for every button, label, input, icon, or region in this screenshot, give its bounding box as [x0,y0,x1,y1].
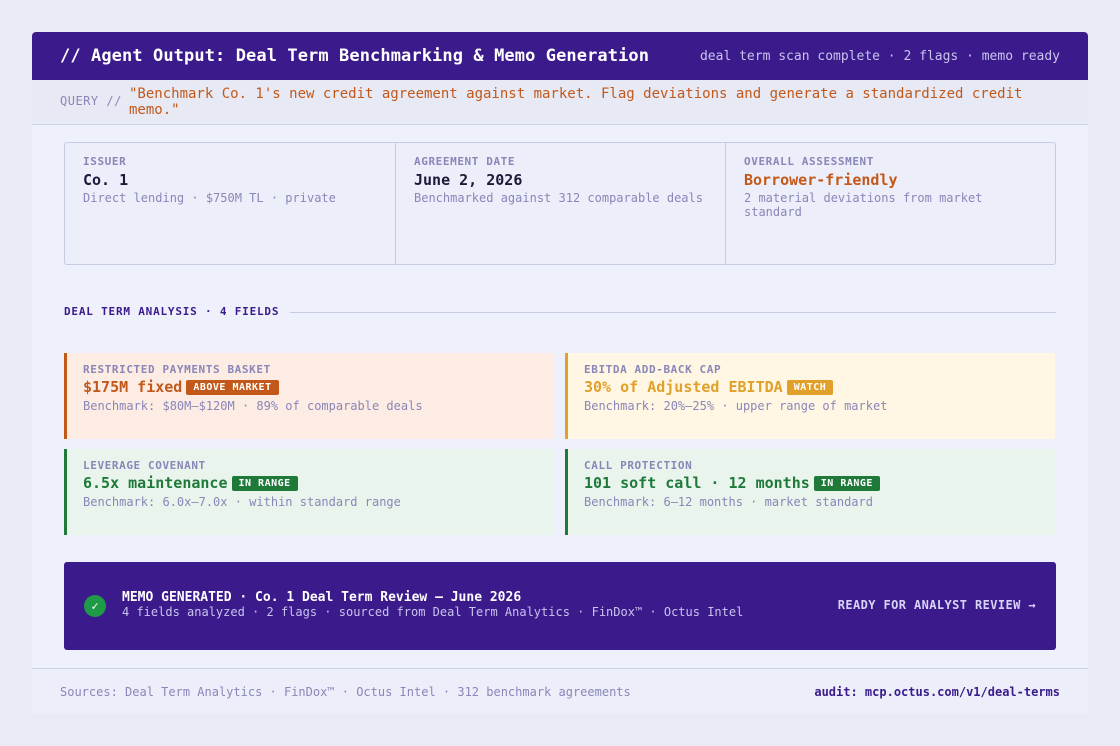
summary-panel: ISSUER Co. 1 Direct lending · $750M TL ·… [64,142,1056,265]
summary-issuer: ISSUER Co. 1 Direct lending · $750M TL ·… [65,143,394,264]
memo-banner: ✓ MEMO GENERATED · Co. 1 Deal Term Revie… [64,562,1056,650]
field-benchmark: Benchmark: 6.0x–7.0x · within standard r… [83,495,401,509]
section-divider [290,312,1056,313]
agent-output-card: // Agent Output: Deal Term Benchmarking … [32,32,1088,714]
summary-label: AGREEMENT DATE [414,155,516,168]
footer: Sources: Deal Term Analytics · FinDox™ ·… [32,668,1088,714]
field-call-protection: CALL PROTECTION 101 soft call · 12 month… [565,449,1055,535]
summary-value: Co. 1 [83,171,129,189]
field-value-row: $175M fixed ABOVE MARKET [83,378,279,396]
field-value: $175M fixed [83,378,183,396]
summary-value: Borrower-friendly [744,171,898,189]
field-label: CALL PROTECTION [584,459,693,472]
query-text: "Benchmark Co. 1's new credit agreement … [129,86,1023,118]
summary-sub: Benchmarked against 312 comparable deals [414,191,703,205]
field-value-row: 30% of Adjusted EBITDA WATCH [584,378,834,396]
sources-text: Sources: Deal Term Analytics · FinDox™ ·… [60,685,631,699]
summary-agreement-date: AGREEMENT DATE June 2, 2026 Benchmarked … [395,143,725,264]
query-bar: QUERY // "Benchmark Co. 1's new credit a… [32,80,1088,125]
field-label: LEVERAGE COVENANT [83,459,206,472]
summary-sub: 2 material deviations from market standa… [744,191,983,219]
field-value: 30% of Adjusted EBITDA [584,378,783,396]
summary-label: OVERALL ASSESSMENT [744,155,875,168]
memo-subtitle: 4 fields analyzed · 2 flags · sourced fr… [122,605,744,619]
field-benchmark: Benchmark: 20%–25% · upper range of mark… [584,399,888,413]
field-value: 6.5x maintenance [83,474,228,492]
status-badge: IN RANGE [813,476,880,491]
status-line: deal term scan complete · 2 flags · memo… [699,49,1060,64]
field-benchmark: Benchmark: $80M–$120M · 89% of comparabl… [83,399,423,413]
summary-label: ISSUER [83,155,127,168]
field-label: RESTRICTED PAYMENTS BASKET [83,363,271,376]
status-badge: IN RANGE [231,476,298,491]
field-restricted-payments: RESTRICTED PAYMENTS BASKET $175M fixed AB… [64,353,554,439]
status-badge: ABOVE MARKET [186,380,279,395]
field-value: 101 soft call · 12 months [584,474,810,492]
memo-title: MEMO GENERATED · Co. 1 Deal Term Review … [122,590,522,605]
field-benchmark: Benchmark: 6–12 months · market standard [584,495,873,509]
audit-link[interactable]: audit: mcp.octus.com/v1/deal-terms [814,685,1060,699]
header-bar: // Agent Output: Deal Term Benchmarking … [32,32,1088,80]
field-leverage-covenant: LEVERAGE COVENANT 6.5x maintenance IN RAN… [64,449,554,535]
check-icon: ✓ [84,595,106,617]
status-badge: WATCH [786,380,834,395]
field-ebitda-addback: EBITDA ADD-BACK CAP 30% of Adjusted EBIT… [565,353,1055,439]
section-heading: DEAL TERM ANALYSIS · 4 FIELDS [64,305,280,318]
summary-sub: Direct lending · $750M TL · private [83,191,336,205]
page-title: // Agent Output: Deal Term Benchmarking … [60,46,650,66]
query-label: QUERY // [60,94,122,108]
summary-overall-assessment: OVERALL ASSESSMENT Borrower-friendly 2 m… [725,143,1055,264]
field-value-row: 101 soft call · 12 months IN RANGE [584,474,880,492]
field-value-row: 6.5x maintenance IN RANGE [83,474,298,492]
field-label: EBITDA ADD-BACK CAP [584,363,722,376]
summary-value: June 2, 2026 [414,171,523,189]
analyst-review-link[interactable]: READY FOR ANALYST REVIEW → [838,598,1036,612]
